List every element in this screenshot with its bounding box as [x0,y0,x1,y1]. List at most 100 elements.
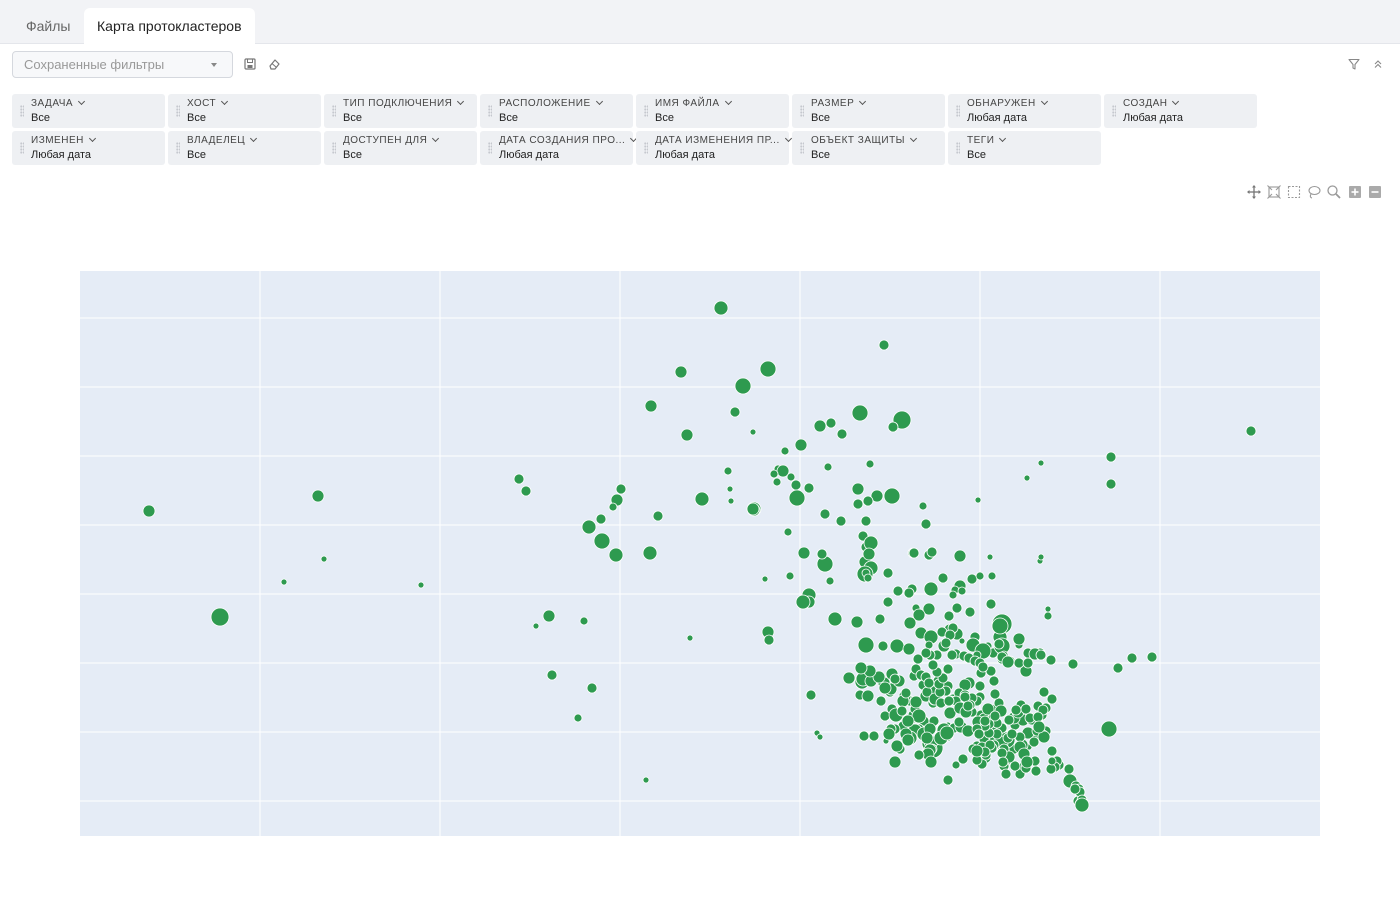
data-point[interactable] [1112,662,1124,674]
data-point[interactable] [962,700,974,712]
data-point[interactable] [989,710,1001,722]
data-point[interactable] [1032,720,1046,734]
data-point[interactable] [951,602,963,614]
zoom-in-icon[interactable] [1347,184,1363,200]
filter-created[interactable]: Создан Любая дата [1104,94,1257,128]
data-point[interactable] [579,616,589,626]
data-point[interactable] [1006,728,1018,740]
data-point[interactable] [887,421,899,433]
data-point[interactable] [889,638,905,654]
data-point[interactable] [311,489,325,503]
data-point[interactable] [727,497,735,505]
data-point[interactable] [927,659,939,671]
data-point[interactable] [813,419,827,433]
data-point[interactable] [851,404,869,422]
data-point[interactable] [977,661,989,673]
data-point[interactable] [608,502,618,512]
data-point[interactable] [875,695,887,707]
data-point[interactable] [892,585,904,597]
data-point[interactable] [723,466,733,476]
data-point[interactable] [1012,632,1026,646]
drag-handle-icon[interactable] [800,105,804,117]
data-point[interactable] [816,733,824,741]
data-point[interactable] [825,576,835,586]
tab-files[interactable]: Файлы [13,8,83,44]
data-point[interactable] [581,519,597,535]
data-point[interactable] [902,642,916,656]
filter-owner[interactable]: Владелец Все [168,131,321,165]
eraser-icon[interactable] [267,57,281,71]
data-point[interactable] [852,498,864,510]
data-point[interactable] [1105,451,1117,463]
data-point[interactable] [729,406,741,418]
filter-modification-date[interactable]: Дата изменения пр... Любая дата [636,131,792,165]
data-point[interactable] [1022,657,1034,669]
drag-handle-icon[interactable] [1112,105,1116,117]
data-point[interactable] [989,688,1001,700]
data-point[interactable] [780,446,790,456]
data-point[interactable] [939,725,955,741]
lasso-icon[interactable] [1306,184,1322,200]
data-point[interactable] [1126,652,1138,664]
data-point[interactable] [593,532,611,550]
data-point[interactable] [918,501,928,511]
data-point[interactable] [964,606,976,618]
data-point[interactable] [642,776,650,784]
data-point[interactable] [924,755,938,769]
data-point[interactable] [1045,654,1057,666]
data-point[interactable] [520,485,532,497]
data-point[interactable] [694,491,710,507]
data-point[interactable] [1046,693,1058,705]
drag-handle-icon[interactable] [644,105,648,117]
data-point[interactable] [785,571,795,581]
data-point[interactable] [726,485,734,493]
data-point[interactable] [970,744,984,758]
data-point[interactable] [825,417,837,429]
data-point[interactable] [794,438,808,452]
data-point[interactable] [986,553,994,561]
filter-connection-type[interactable]: Тип подключения Все [324,94,477,128]
data-point[interactable] [903,587,915,599]
data-point[interactable] [586,682,598,694]
data-point[interactable] [761,575,769,583]
data-point[interactable] [280,578,288,586]
data-point[interactable] [210,607,230,627]
data-point[interactable] [595,513,607,525]
data-point[interactable] [642,545,658,561]
box-select-icon[interactable] [1286,184,1302,200]
data-point[interactable] [1044,605,1052,613]
data-point[interactable] [920,518,932,530]
data-point[interactable] [863,535,879,551]
filter-size[interactable]: Размер Все [792,94,945,128]
data-point[interactable] [860,515,872,527]
data-point[interactable] [759,360,777,378]
data-point[interactable] [513,473,525,485]
data-point[interactable] [987,571,997,581]
data-point[interactable] [868,730,880,742]
data-point[interactable] [877,640,889,652]
data-point[interactable] [652,510,664,522]
data-point[interactable] [858,730,870,742]
data-point[interactable] [942,774,954,786]
data-point[interactable] [912,653,924,665]
data-point[interactable] [819,508,831,520]
data-point[interactable] [854,661,868,675]
data-point[interactable] [997,756,1009,768]
autoscale-icon[interactable] [1266,184,1282,200]
data-point[interactable] [943,610,955,622]
data-point[interactable] [1023,474,1031,482]
data-point[interactable] [686,634,694,642]
filter-icon[interactable] [1347,57,1361,71]
data-point[interactable] [974,680,986,692]
data-point[interactable] [1010,704,1022,716]
data-point[interactable] [749,428,757,436]
data-point[interactable] [862,495,874,507]
data-point[interactable] [1043,611,1053,621]
data-point[interactable] [889,673,901,685]
data-point[interactable] [769,469,779,479]
data-point[interactable] [901,733,915,747]
data-point[interactable] [790,479,802,491]
data-point[interactable] [1020,703,1032,715]
data-point[interactable] [803,482,815,494]
tab-protocluster-map[interactable]: Карта протокластеров [84,8,255,44]
